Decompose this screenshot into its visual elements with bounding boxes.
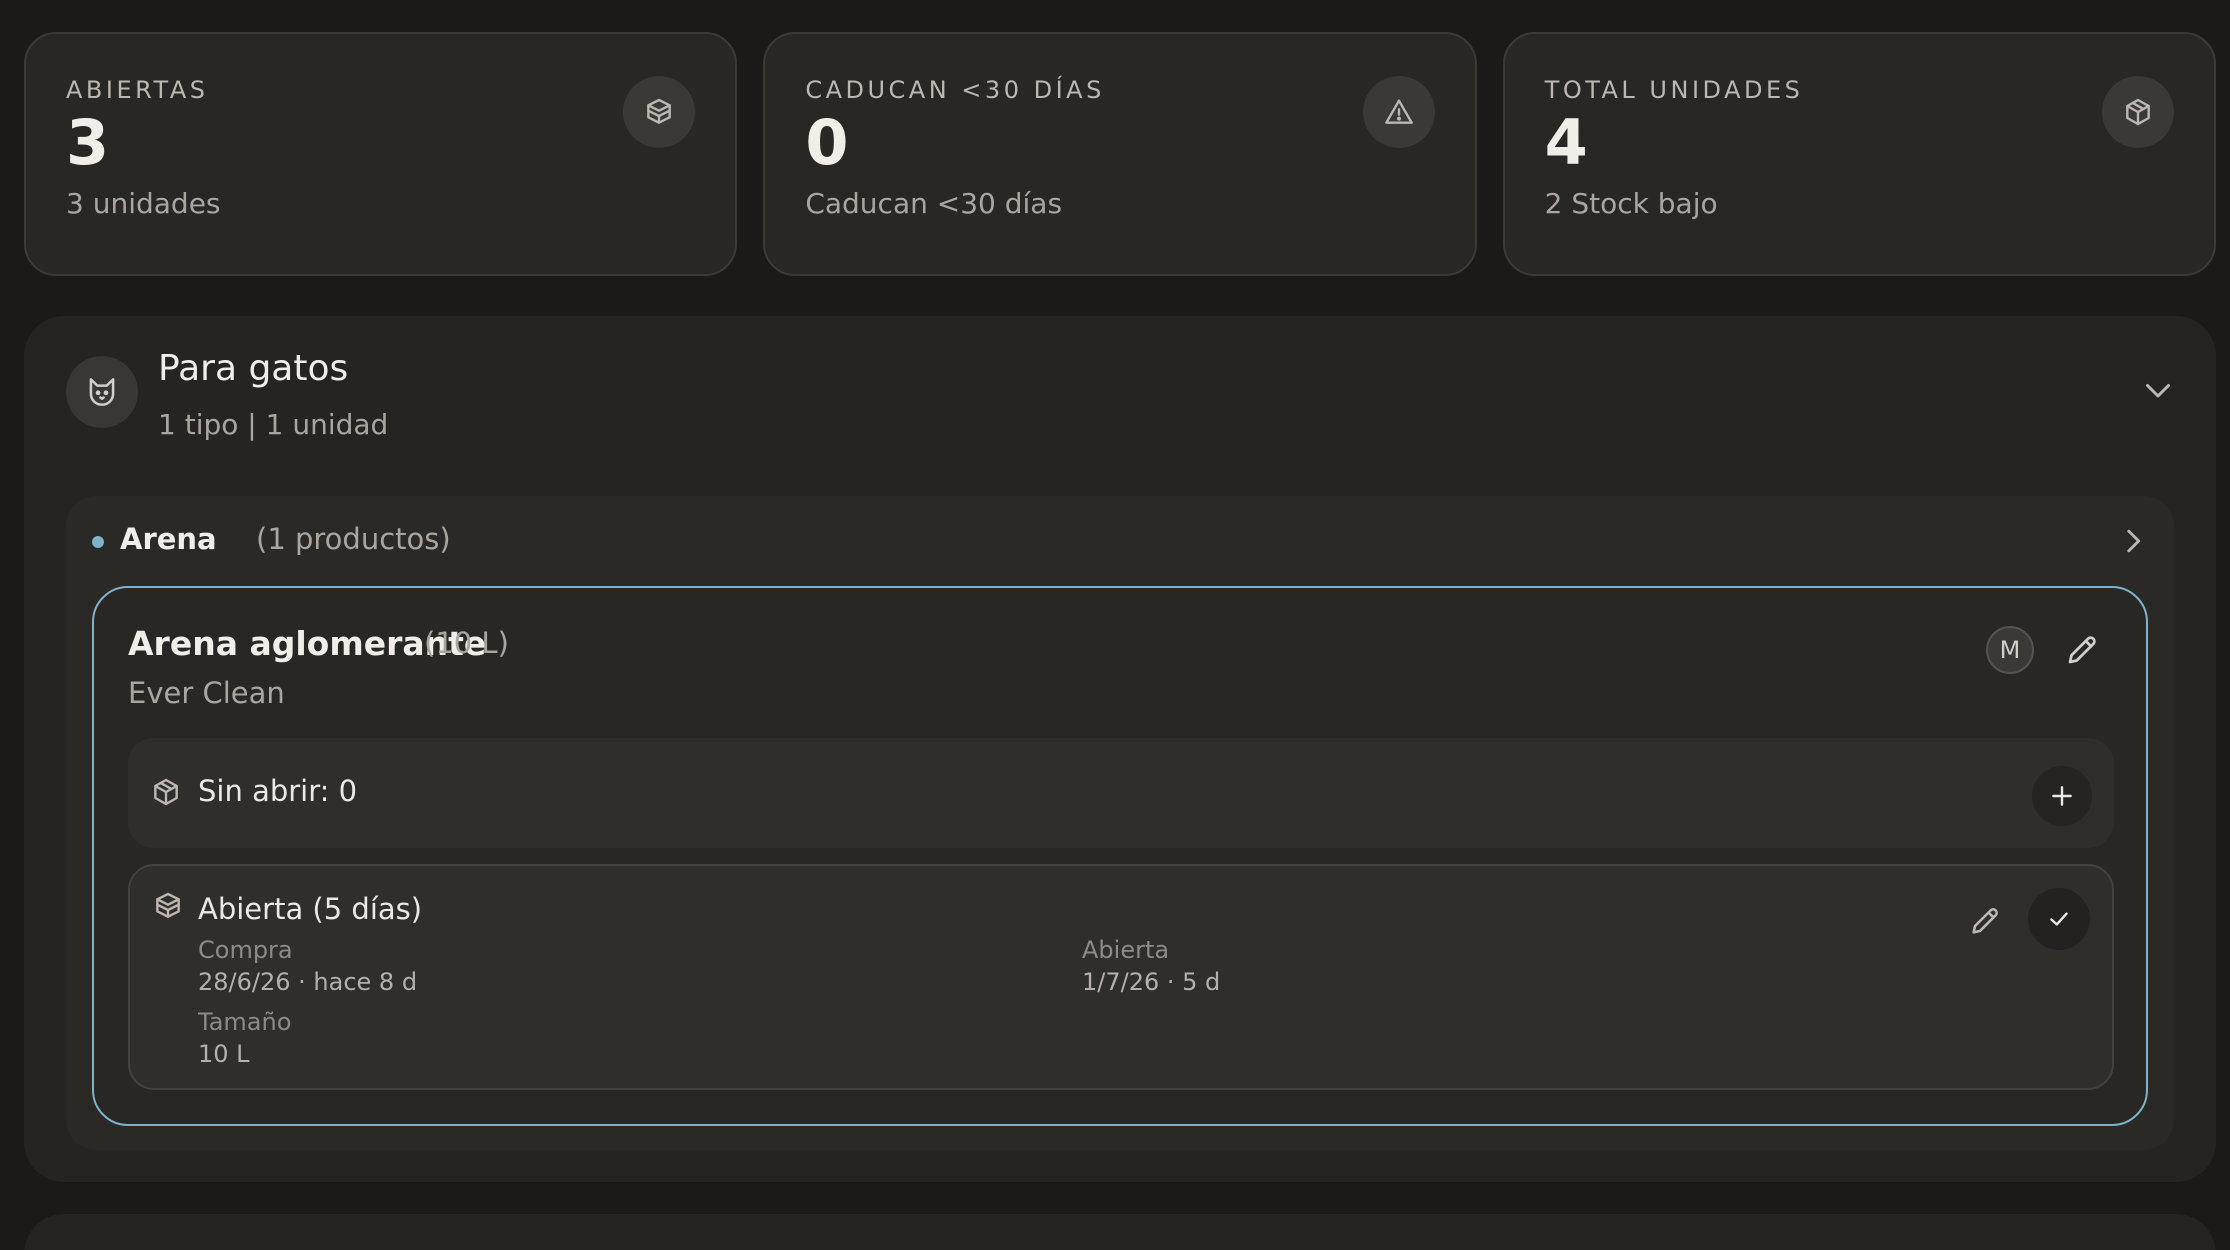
category-panel: Para gatos 1 tipo | 1 unidad Arena (1 pr… (24, 316, 2216, 1182)
inventory-page: ABIERTAS 3 3 unidades CADUCAN <30 DÍAS 0… (0, 0, 2230, 1250)
chevron-right-icon[interactable] (2116, 524, 2150, 558)
purchase-label: Compra (198, 936, 293, 964)
stat-card-open[interactable]: ABIERTAS 3 3 unidades (24, 32, 738, 276)
open-box-icon (623, 76, 696, 148)
box-icon (154, 778, 178, 806)
subcategory-panel: Arena (1 productos) Arena aglomerante (1… (66, 496, 2174, 1150)
subcategory-title[interactable]: Arena (120, 522, 217, 556)
edit-pencil-icon[interactable] (2064, 632, 2100, 668)
edit-pencil-icon[interactable] (1968, 904, 2002, 938)
box-icon (2101, 76, 2174, 148)
size-value: 10 L (198, 1040, 250, 1068)
opened-date-value: 1/7/26 · 5 d (1082, 968, 1221, 996)
stat-card-expiring[interactable]: CADUCAN <30 DÍAS 0 Caducan <30 días (763, 32, 1477, 276)
unopened-count: Sin abrir: 0 (198, 774, 358, 808)
stat-label: ABIERTAS (66, 76, 209, 104)
stat-subtext: Caducan <30 días (805, 187, 1063, 221)
next-category-panel (24, 1214, 2216, 1250)
subcategory-dot (92, 536, 104, 548)
product-size: (10 L) (424, 626, 509, 660)
plus-icon (2052, 786, 2072, 806)
purchase-value: 28/6/26 · hace 8 d (198, 968, 418, 996)
size-label: Tamaño (198, 1008, 292, 1036)
stat-subtext: 3 unidades (66, 187, 221, 221)
stat-value: 3 (66, 106, 110, 179)
opened-date-label: Abierta (1082, 936, 1170, 964)
stat-label: CADUCAN <30 DÍAS (805, 76, 1105, 104)
opened-unit-title: Abierta (5 días) (198, 892, 423, 926)
stat-value: 0 (805, 106, 849, 179)
stat-subtext: 2 Stock bajo (1544, 187, 1718, 221)
category-title: Para gatos (158, 348, 349, 389)
product-card: Arena aglomerante (10 L) Ever Clean M Si… (92, 586, 2148, 1126)
product-brand: Ever Clean (128, 676, 285, 710)
opened-unit-row: Abierta (5 días) Compra 28/6/26 · hace 8… (128, 864, 2114, 1090)
stat-card-total[interactable]: TOTAL UNIDADES 4 2 Stock bajo (1502, 32, 2216, 276)
unopened-row: Sin abrir: 0 (128, 738, 2114, 848)
warning-icon (1362, 76, 1435, 148)
category-subtitle: 1 tipo | 1 unidad (158, 408, 389, 441)
cat-icon (66, 356, 138, 428)
open-box-icon (156, 892, 180, 918)
avatar[interactable]: M (1986, 626, 2034, 674)
mark-finished-button[interactable] (2028, 888, 2090, 950)
chevron-down-icon[interactable] (2140, 372, 2176, 408)
check-icon (2050, 912, 2068, 926)
stat-label: TOTAL UNIDADES (1544, 76, 1804, 104)
stat-value: 4 (1544, 106, 1588, 179)
stats-row: ABIERTAS 3 3 unidades CADUCAN <30 DÍAS 0… (24, 32, 2216, 276)
subcategory-count: (1 productos) (256, 522, 451, 556)
add-unit-button[interactable] (2032, 766, 2092, 826)
